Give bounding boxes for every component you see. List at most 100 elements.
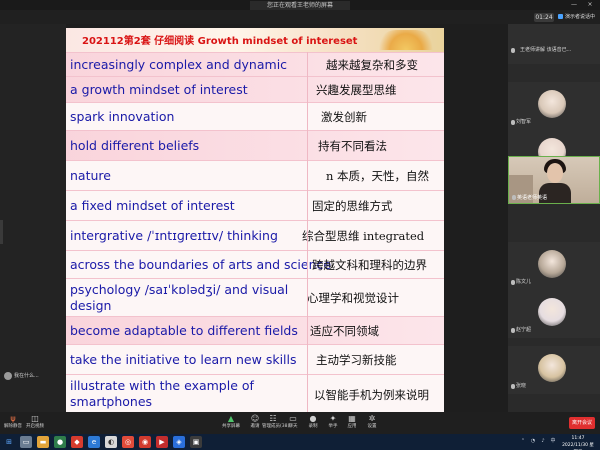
cam-toggle-button[interactable]: ◫ 开启视频 [24,414,46,432]
clock-date: 2022/11/30 星期三 [562,443,594,448]
toolbar-label: 录制 [308,424,318,429]
chinese-translation: 固定的思维方式 [312,199,393,213]
left-panel [0,24,66,412]
search-taskbar-icon[interactable]: ▭ [20,436,32,448]
start-menu-icon[interactable]: ⊞ [3,436,15,448]
shared-screen-slide: 202112第2套 仔细阅读 Growth mindset of interes… [66,28,444,414]
participant-avatar [538,354,566,382]
manage-button[interactable]: ☷ 管理成员(38) [262,414,290,432]
cam-icon: ◫ [31,414,39,423]
screen: 您正在观看王老师的屏幕 — × 01:24 演示者说话中 我在什么... 202… [0,0,600,450]
participant-avatar [538,250,566,278]
participant-name: 赵宁超 [516,327,532,333]
app-icon[interactable]: ▶ [156,436,168,448]
english-phrase: hold different beliefs [70,138,200,153]
english-phrase: intergrative /ˈɪntɪɡreɪtɪv/ thinking [70,228,278,243]
app-icon[interactable]: ◉ [139,436,151,448]
participant-tile[interactable]: 刘智军 [508,82,600,130]
toolbar-label: 管理成员(38) [262,424,290,429]
window-title: 您正在观看王老师的屏幕 [250,1,350,10]
clock-time: 11:47 [571,436,585,441]
chinese-translation: n 本质，天性，自然 [326,169,430,183]
share-icon: ▲ [227,414,235,423]
vocab-row: become adaptable to different fields 适应不同… [66,316,444,344]
chinese-translation: 持有不同看法 [318,139,387,153]
panel-collapse-handle[interactable] [0,220,3,244]
minimize-button[interactable]: — [570,1,578,9]
chinese-translation: 主动学习新技能 [316,353,397,367]
participant-tile[interactable]: 王老师讲解 该语音已... [508,24,600,64]
english-phrase: nature [70,168,111,183]
toolbar-label: 应用 [347,424,357,429]
apps-icon: ▦ [348,414,356,423]
english-phrase: increasingly complex and dynamic [70,57,288,72]
app-icon[interactable]: ● [54,436,66,448]
app-icon[interactable]: ▣ [190,436,202,448]
app-icon[interactable]: ◐ [105,436,117,448]
vocab-row: across the boundaries of arts and scienc… [66,250,444,278]
members-icon: ☺ [250,414,260,423]
vocab-row: nature n 本质，天性，自然 [66,160,444,190]
participant-avatar [538,90,566,118]
volume-icon[interactable]: ♪ [540,438,546,445]
participant-name: 刘智军 [516,119,532,125]
apps-button[interactable]: ▦ 应用 [341,414,363,432]
chinese-translation: 兴趣发展型思维 [316,83,397,97]
record-button[interactable]: ● 录制 [302,414,324,432]
speaker-indicator[interactable]: 演示者说话中 [558,13,596,22]
chat-button[interactable]: ▭ 聊天 [282,414,304,432]
english-phrase: psychology /saɪˈkɒlədʒi/ and visual [70,282,289,297]
chinese-translation: 越来越复杂和多变 [326,58,418,72]
participant-name: 英语老师英语 [517,195,548,201]
mic-toggle-button[interactable]: ψ 解除静音 [2,414,24,432]
chinese-translation: 以智能手机为例来说明 [314,388,429,402]
meeting-info-bar: 01:24 演示者说话中 [0,10,600,24]
tray-up-icon[interactable]: ⌃ [520,438,526,445]
chinese-translation: 激发创新 [321,110,367,124]
chat-icon: ▭ [289,414,297,423]
vocab-row: spark innovation 激发创新 [66,102,444,130]
slide-title: 202112第2套 仔细阅读 Growth mindset of interes… [82,36,358,47]
english-phrase: a fixed mindset of interest [70,198,235,213]
file-explorer-icon[interactable]: ▬ [37,436,49,448]
toolbar-label: 开启视频 [26,424,44,429]
network-icon[interactable]: ◔ [530,438,536,445]
mic-icon [511,120,515,125]
taskbar-clock[interactable]: 11:47 2022/11/30 星期三 [560,435,596,449]
vocab-row: psychology /saɪˈkɒlədʒi/ and visual desig… [66,278,444,316]
participant-tile[interactable]: 张晓 [508,346,600,394]
settings-icon: ✲ [368,414,376,423]
vocab-row: hold different beliefs 持有不同看法 [66,130,444,160]
vocab-row: take the initiative to learn new skills 主… [66,344,444,374]
english-phrase: become adaptable to different fields [70,323,298,338]
vocab-row: increasingly complex and dynamic 越来越复杂和多变 [66,52,444,76]
app-icon[interactable]: ◆ [71,436,83,448]
participant-name: 陈文儿 [516,279,532,285]
app-icon[interactable]: ◎ [122,436,134,448]
english-phrase: illustrate with the example of [70,378,254,393]
leave-meeting-button[interactable]: 离开会议 [569,417,595,429]
english-phrase: take the initiative to learn new skills [70,352,297,367]
column-divider [307,52,308,414]
close-button[interactable]: × [586,1,594,9]
english-phrase: across the boundaries of arts and scienc… [70,257,332,272]
chinese-translation: 跨越文科和理科的边界 [312,258,427,272]
meeting-toolbar: 离开会议 ψ 解除静音 ◫ 开启视频 ▲ 共享屏幕 ☺ 邀请 ☷ 管理成员(38) ▭ 聊天 ● 录制 ✦ 举… [0,412,600,434]
participant-tile[interactable]: 英语老师英语 [508,156,600,204]
mic-icon [511,280,515,285]
browser-icon[interactable]: e [88,436,100,448]
mic-icon [511,48,515,53]
meeting-app-icon[interactable]: ◈ [173,436,185,448]
title-bar: 您正在观看王老师的屏幕 — × [0,0,600,10]
english-phrase: a growth mindset of interest [70,82,248,97]
participant-tile[interactable]: 陈文儿 [508,242,600,290]
english-phrase-line2: design [70,298,112,313]
input-method-icon[interactable]: 中 [550,438,556,445]
toolbar-label: 设置 [367,424,377,429]
meeting-timer: 01:24 [534,13,554,22]
participant-tile[interactable]: 赵宁超 [508,290,600,338]
settings-button[interactable]: ✲ 设置 [361,414,383,432]
participant-avatar [538,298,566,326]
share-button[interactable]: ▲ 共享屏幕 [220,414,242,432]
speaker-icon [558,14,563,19]
